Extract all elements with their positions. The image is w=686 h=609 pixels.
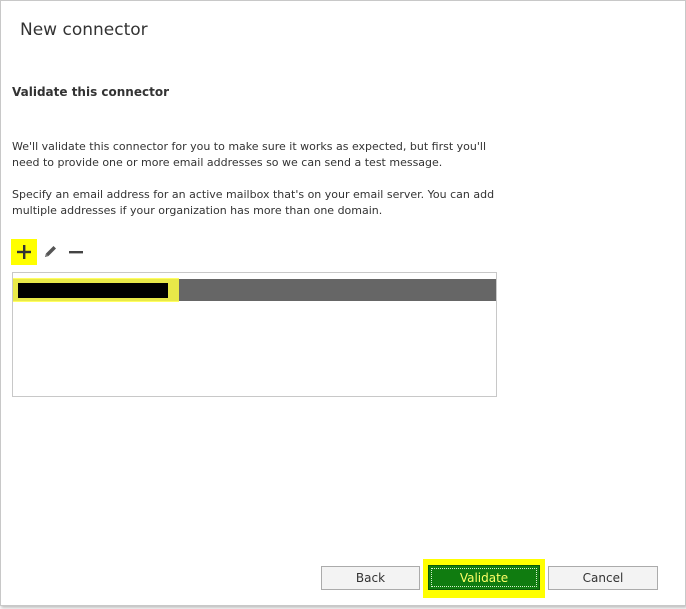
section-heading: Validate this connector [12,85,170,99]
redacted-email-address [18,283,168,298]
pencil-icon [45,246,56,257]
description-paragraph-1: We'll validate this connector for you to… [12,140,486,169]
minus-icon [69,251,83,254]
cancel-button[interactable]: Cancel [548,566,658,590]
new-connector-dialog: New connector Validate this connector We… [0,0,686,606]
list-item[interactable] [13,278,496,302]
back-button[interactable]: Back [321,566,420,590]
email-address-list[interactable] [12,272,497,397]
validate-button[interactable]: Validate [428,565,540,590]
add-email-button[interactable] [11,239,37,265]
description-paragraph-2: Specify an email address for an active m… [12,188,495,217]
validate-highlight: Validate [423,559,545,598]
edit-email-button[interactable] [37,239,63,265]
email-list-toolbar [11,239,89,265]
dialog-title: New connector [20,20,148,40]
remove-email-button[interactable] [63,239,89,265]
plus-icon [17,245,31,259]
